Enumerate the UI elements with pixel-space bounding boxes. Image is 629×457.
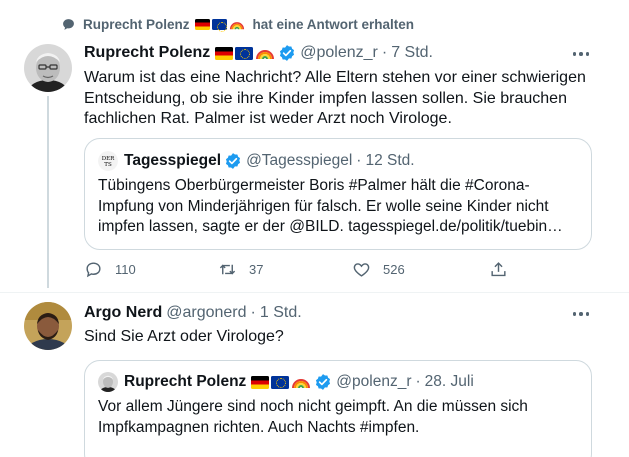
dot xyxy=(572,52,577,56)
tweet-text-line: fachlichen Rat. Palmer ist weder Arzt no… xyxy=(84,110,452,127)
retweet-icon xyxy=(219,264,236,275)
germany-flag-icon xyxy=(251,375,270,389)
author-name[interactable]: Argo Nerd xyxy=(84,304,162,322)
verified-badge-icon xyxy=(316,374,331,390)
tweet-actions: 110 37 526 xyxy=(84,260,506,280)
verified-badge-icon xyxy=(226,153,241,169)
germany-flag-icon xyxy=(215,46,234,60)
dot xyxy=(579,52,583,56)
reply-icon xyxy=(86,262,101,278)
eu-flag-icon xyxy=(271,375,290,389)
quoted-text-line: Vor allem Jüngere sind noch nicht geimpf… xyxy=(98,398,528,415)
dot xyxy=(585,312,590,316)
quoted-tweet-header: DER TS Tagesspiegel @Tagesspiegel · 12 S… xyxy=(98,151,415,171)
avatar-tagesspiegel: DER TS xyxy=(98,151,118,171)
quoted-author-name: Tagesspiegel xyxy=(124,152,222,169)
quoted-author-name: Ruprecht Polenz xyxy=(124,373,247,390)
like-button[interactable]: 526 xyxy=(352,260,405,279)
tweet-header: Argo Nerd @argonerd · 1 Std. xyxy=(84,304,302,322)
verified-badge-icon xyxy=(280,45,295,61)
quoted-timestamp: 28. Juli xyxy=(424,373,474,390)
context-text: hat eine Antwort erhalten xyxy=(252,17,415,32)
tweet-text-line: Entscheidung, ob sie ihre Kinder impfen … xyxy=(84,89,567,107)
quoted-tweet-text: Tübingens Oberbürgermeister Boris #Palme… xyxy=(98,176,563,238)
tweet-header: Ruprecht Polenz @polenz_r · 7 Std. xyxy=(84,44,433,62)
quoted-author-handle: @Tagesspiegel xyxy=(246,152,353,169)
more-options-button[interactable] xyxy=(569,306,593,322)
dot xyxy=(579,312,583,316)
avatar-ruprecht-polenz[interactable] xyxy=(24,44,72,92)
tweet-text-line: Sind Sie Arzt oder Virologe? xyxy=(84,328,284,345)
author-name[interactable]: Ruprecht Polenz xyxy=(84,44,210,62)
speech-bubble-icon xyxy=(63,19,74,30)
flag-emojis xyxy=(215,46,275,60)
eu-flag-icon xyxy=(235,46,254,60)
separator-dot: · xyxy=(415,373,421,390)
author-handle[interactable]: @polenz_r xyxy=(300,44,378,62)
flag-emojis xyxy=(194,19,245,32)
timestamp[interactable]: 1 Std. xyxy=(260,304,302,322)
rainbow-icon xyxy=(256,50,275,60)
eu-flag-icon xyxy=(211,19,227,32)
tweet-text: Warum ist das eine Nachricht? Alle Elter… xyxy=(84,68,586,130)
thread-connector-line xyxy=(47,96,49,288)
quoted-tweet-header: Ruprecht Polenz @polenz_r · 28. Juli xyxy=(98,372,474,392)
reply-button[interactable]: 110 xyxy=(84,260,136,279)
separator-dot: · xyxy=(381,44,388,61)
quoted-text-line: impfen lassen, sagte er der @BILD. tages… xyxy=(98,218,563,235)
quoted-timestamp: 12 Std. xyxy=(365,152,415,169)
flag-emojis xyxy=(251,375,311,389)
quoted-text-line: Impfkampagnen richten. Auch Nachts #impf… xyxy=(98,418,420,436)
retweet-count: 37 xyxy=(249,262,264,277)
svg-text:TS: TS xyxy=(104,162,112,168)
tweet-text: Sind Sie Arzt oder Virologe? xyxy=(84,327,284,348)
like-count: 526 xyxy=(383,262,405,277)
context-name: Ruprecht Polenz xyxy=(83,17,190,32)
quoted-text-line: Impfung von Minderjährigen für falsch. E… xyxy=(98,197,549,215)
quoted-text-line: Tübingens Oberbürgermeister Boris #Palme… xyxy=(98,177,530,194)
separator-dot: · xyxy=(250,304,256,321)
tweet-text-line: Warum ist das eine Nachricht? Alle Elter… xyxy=(84,69,586,86)
reply-count: 110 xyxy=(115,262,136,277)
avatar-argo-nerd[interactable] xyxy=(24,302,72,350)
germany-flag-icon xyxy=(194,19,210,30)
avatar-ruprecht-polenz xyxy=(98,372,118,392)
social-context[interactable]: Ruprecht Polenz hat eine Antwort erhalte… xyxy=(62,17,414,32)
more-options-button[interactable] xyxy=(569,46,593,62)
dot xyxy=(585,52,590,56)
quoted-tweet-text: Vor allem Jüngere sind noch nicht geimpf… xyxy=(98,397,528,438)
rainbow-icon xyxy=(292,379,311,389)
tweet-divider xyxy=(0,292,629,293)
rainbow-icon xyxy=(229,22,244,30)
heart-icon xyxy=(353,263,370,277)
quoted-author-handle: @polenz_r xyxy=(336,373,412,390)
author-handle[interactable]: @argonerd xyxy=(166,304,246,322)
retweet-button[interactable]: 37 xyxy=(218,260,263,279)
share-button[interactable] xyxy=(489,260,508,279)
separator-dot: · xyxy=(356,152,362,169)
share-icon xyxy=(491,262,506,277)
timestamp[interactable]: 7 Std. xyxy=(391,44,433,62)
dot xyxy=(572,312,577,316)
